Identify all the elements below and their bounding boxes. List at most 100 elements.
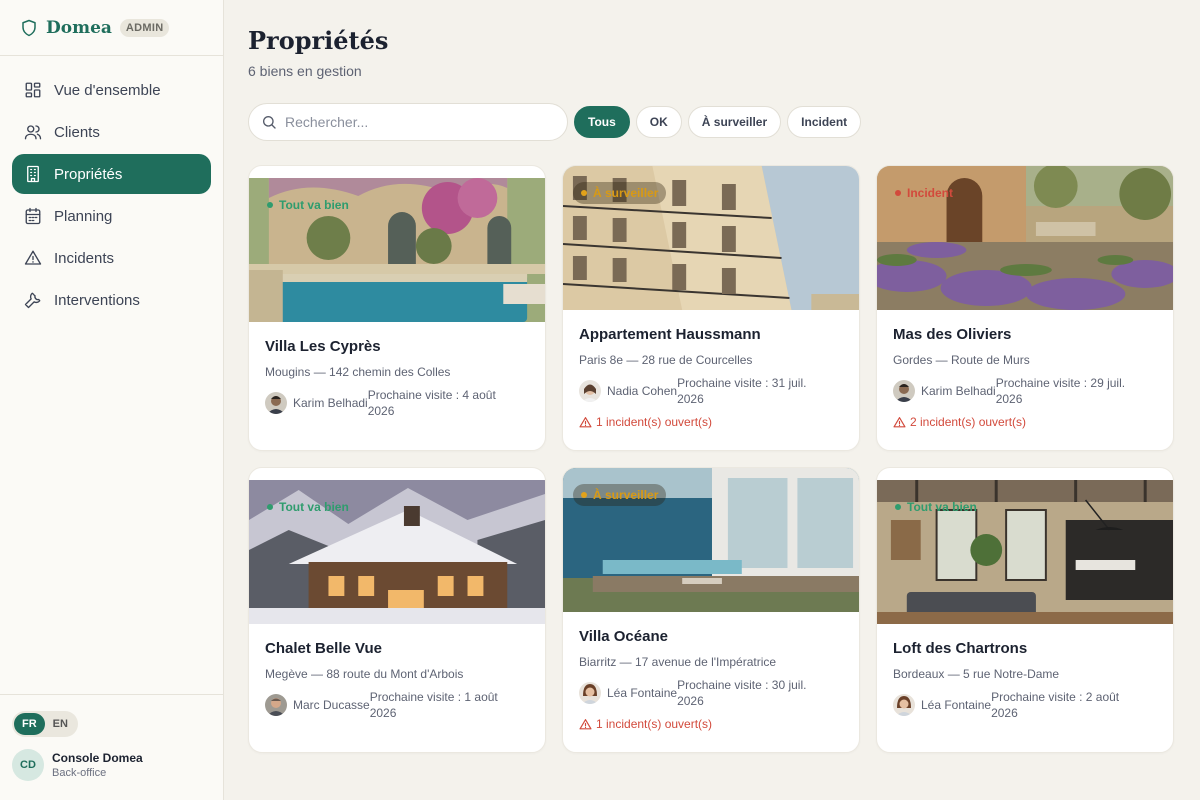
shield-icon — [20, 19, 38, 37]
property-photo: À surveiller — [563, 166, 859, 310]
property-photo: Incident — [877, 166, 1173, 310]
main-content: Propriétés 6 biens en gestion Tous OK À … — [248, 0, 1178, 753]
status-dot — [267, 504, 273, 510]
incident-alert[interactable]: 1 incident(s) ouvert(s) — [579, 717, 843, 731]
status-badge: À surveiller — [573, 484, 667, 506]
user-role: Back-office — [52, 767, 107, 779]
status-dot — [895, 504, 901, 510]
sidebar-item-interventions[interactable]: Interventions — [12, 280, 211, 320]
manager-avatar — [893, 380, 915, 402]
property-card[interactable]: Incident Mas des Oliviers Gordes — Route… — [876, 165, 1174, 451]
status-badge: À surveiller — [573, 182, 667, 204]
users-icon — [24, 123, 42, 141]
filter-watch[interactable]: À surveiller — [687, 106, 782, 138]
manager-name: Karim Belhadi — [293, 396, 368, 410]
sidebar-item-label: Planning — [54, 207, 113, 225]
property-photo: À surveiller — [563, 468, 859, 612]
search-box — [248, 103, 568, 141]
sidebar-footer: FR EN CD Console Domea Back-office — [0, 694, 223, 800]
property-grid: Tout va bien Villa Les Cyprès Mougins — … — [248, 165, 1178, 753]
manager-avatar — [579, 682, 601, 704]
warning-icon — [579, 718, 592, 731]
filter-ok[interactable]: OK — [635, 106, 682, 138]
status-dot — [581, 190, 587, 196]
dashboard-icon — [24, 81, 42, 99]
page-subtitle: 6 biens en gestion — [248, 63, 362, 79]
filter-all[interactable]: Tous — [574, 106, 630, 138]
property-name: Chalet Belle Vue — [265, 640, 382, 657]
sidebar-item-properties[interactable]: Propriétés — [12, 154, 211, 194]
property-name: Villa Océane — [579, 628, 668, 645]
sidebar-item-label: Propriétés — [54, 165, 123, 183]
incident-alert[interactable]: 2 incident(s) ouvert(s) — [893, 415, 1157, 429]
sidebar-item-incidents[interactable]: Incidents — [12, 238, 211, 278]
search-input[interactable] — [285, 114, 545, 130]
status-badge: Incident — [887, 182, 961, 204]
page-title: Propriétés — [248, 26, 389, 55]
property-card[interactable]: Tout va bien Chalet Belle Vue Megève — 8… — [248, 467, 546, 753]
lang-en-button[interactable]: EN — [45, 713, 76, 735]
manager-name: Léa Fontaine — [921, 698, 992, 712]
manager-name: Nadia Cohen — [607, 384, 678, 398]
property-meta: Karim Belhadi Prochaine visite : 29 juil… — [893, 375, 1157, 407]
sidebar-item-label: Vue d'ensemble — [54, 81, 161, 99]
calendar-icon — [24, 207, 42, 225]
status-dot — [895, 190, 901, 196]
property-card[interactable]: À surveiller Villa Océane Biarritz — 17 … — [562, 467, 860, 753]
manager-name: Léa Fontaine — [607, 686, 678, 700]
next-visit: Prochaine visite : 4 août 2026 — [367, 388, 496, 418]
status-dot — [267, 202, 273, 208]
property-address: Gordes — Route de Murs — [893, 353, 1030, 367]
manager-avatar — [265, 694, 287, 716]
property-meta: Léa Fontaine Prochaine visite : 30 juil.… — [579, 677, 843, 709]
status-badge: Tout va bien — [887, 496, 985, 518]
property-address: Biarritz — 17 avenue de l'Impératrice — [579, 655, 777, 669]
next-visit: Prochaine visite : 30 juil. 2026 — [677, 678, 807, 708]
manager-name: Karim Belhadi — [921, 384, 996, 398]
next-visit: Prochaine visite : 29 juil. 2026 — [995, 376, 1126, 406]
property-meta: Marc Ducasse Prochaine visite : 1 août 20… — [265, 689, 529, 721]
language-switch: FR EN — [12, 711, 78, 737]
brand-name: Domea — [46, 17, 112, 38]
next-visit: Prochaine visite : 1 août 2026 — [369, 690, 498, 720]
manager-name: Marc Ducasse — [293, 698, 370, 712]
next-visit: Prochaine visite : 31 juil. 2026 — [677, 376, 807, 406]
property-name: Appartement Haussmann — [579, 326, 761, 343]
next-visit: Prochaine visite : 2 août 2026 — [991, 690, 1120, 720]
warning-icon — [579, 416, 592, 429]
property-address: Megève — 88 route du Mont d'Arbois — [265, 667, 464, 681]
property-meta: Léa Fontaine Prochaine visite : 2 août 20… — [893, 689, 1157, 721]
user-profile[interactable]: CD Console Domea Back-office — [12, 749, 211, 781]
sidebar-item-clients[interactable]: Clients — [12, 112, 211, 152]
filter-incident[interactable]: Incident — [787, 106, 862, 138]
warning-icon — [893, 416, 906, 429]
avatar: CD — [12, 749, 44, 781]
property-address: Mougins — 142 chemin des Colles — [265, 365, 451, 379]
property-address: Bordeaux — 5 rue Notre-Dame — [893, 667, 1060, 681]
property-photo: Tout va bien — [249, 480, 545, 624]
lang-fr-button[interactable]: FR — [14, 713, 45, 735]
property-name: Mas des Oliviers — [893, 326, 1012, 343]
property-card[interactable]: À surveiller Appartement Haussmann Paris… — [562, 165, 860, 451]
brand[interactable]: Domea ADMIN — [0, 0, 223, 56]
property-card[interactable]: Tout va bien Villa Les Cyprès Mougins — … — [248, 165, 546, 451]
status-badge: Tout va bien — [259, 496, 357, 518]
sidebar-nav: Vue d'ensemble Clients Propriétés Planni… — [0, 56, 223, 336]
sidebar-item-planning[interactable]: Planning — [12, 196, 211, 236]
status-badge: Tout va bien — [259, 194, 357, 216]
sidebar-item-label: Clients — [54, 123, 100, 141]
user-name: Console Domea — [52, 751, 143, 765]
manager-avatar — [265, 392, 287, 414]
wrench-icon — [24, 291, 42, 309]
sidebar-item-overview[interactable]: Vue d'ensemble — [12, 70, 211, 110]
warning-icon — [24, 249, 42, 267]
building-icon — [24, 165, 42, 183]
incident-alert[interactable]: 1 incident(s) ouvert(s) — [579, 415, 843, 429]
property-address: Paris 8e — 28 rue de Courcelles — [579, 353, 753, 367]
property-photo: Tout va bien — [249, 178, 545, 322]
property-card[interactable]: Tout va bien Loft des Chartrons Bordeaux… — [876, 467, 1174, 753]
sidebar-item-label: Incidents — [54, 249, 115, 267]
property-name: Villa Les Cyprès — [265, 338, 381, 355]
manager-avatar — [893, 694, 915, 716]
sidebar: Domea ADMIN Vue d'ensemble Clients Propr… — [0, 0, 224, 800]
